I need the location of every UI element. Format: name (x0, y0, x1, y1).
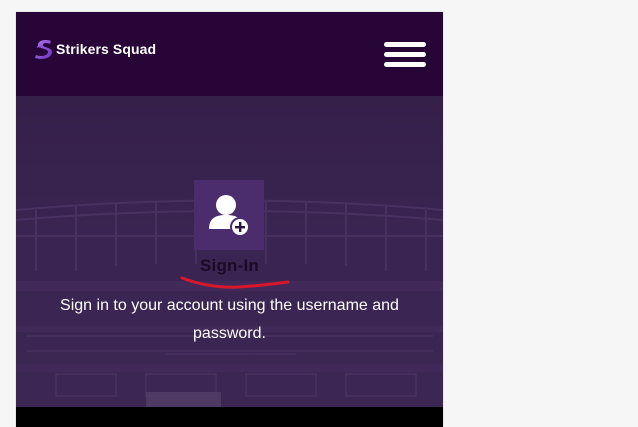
site-header: Strikers Squad (16, 12, 443, 96)
menu-bar (384, 52, 426, 57)
menu-bar (384, 42, 426, 47)
strikers-logo-icon (35, 40, 52, 59)
sign-in-heading: Sign-In (200, 256, 259, 275)
menu-bar (384, 62, 426, 67)
user-add-icon (209, 195, 250, 237)
bottom-section-edge (16, 407, 443, 427)
sign-in-description: Sign in to your account using the userna… (60, 297, 399, 342)
brand-logo-link[interactable]: Strikers Squad (34, 38, 156, 60)
hamburger-menu-button[interactable] (384, 40, 426, 68)
brand-name: Strikers Squad (56, 41, 157, 57)
sign-in-hero: Sign-In Sign in to your account using th… (16, 96, 443, 407)
red-underline-annotation (180, 276, 290, 289)
stadium-background-image (16, 199, 443, 407)
sign-in-icon-tile (194, 180, 264, 250)
mobile-viewport: Strikers Squad Sign-In Sign in to your a… (16, 12, 443, 427)
